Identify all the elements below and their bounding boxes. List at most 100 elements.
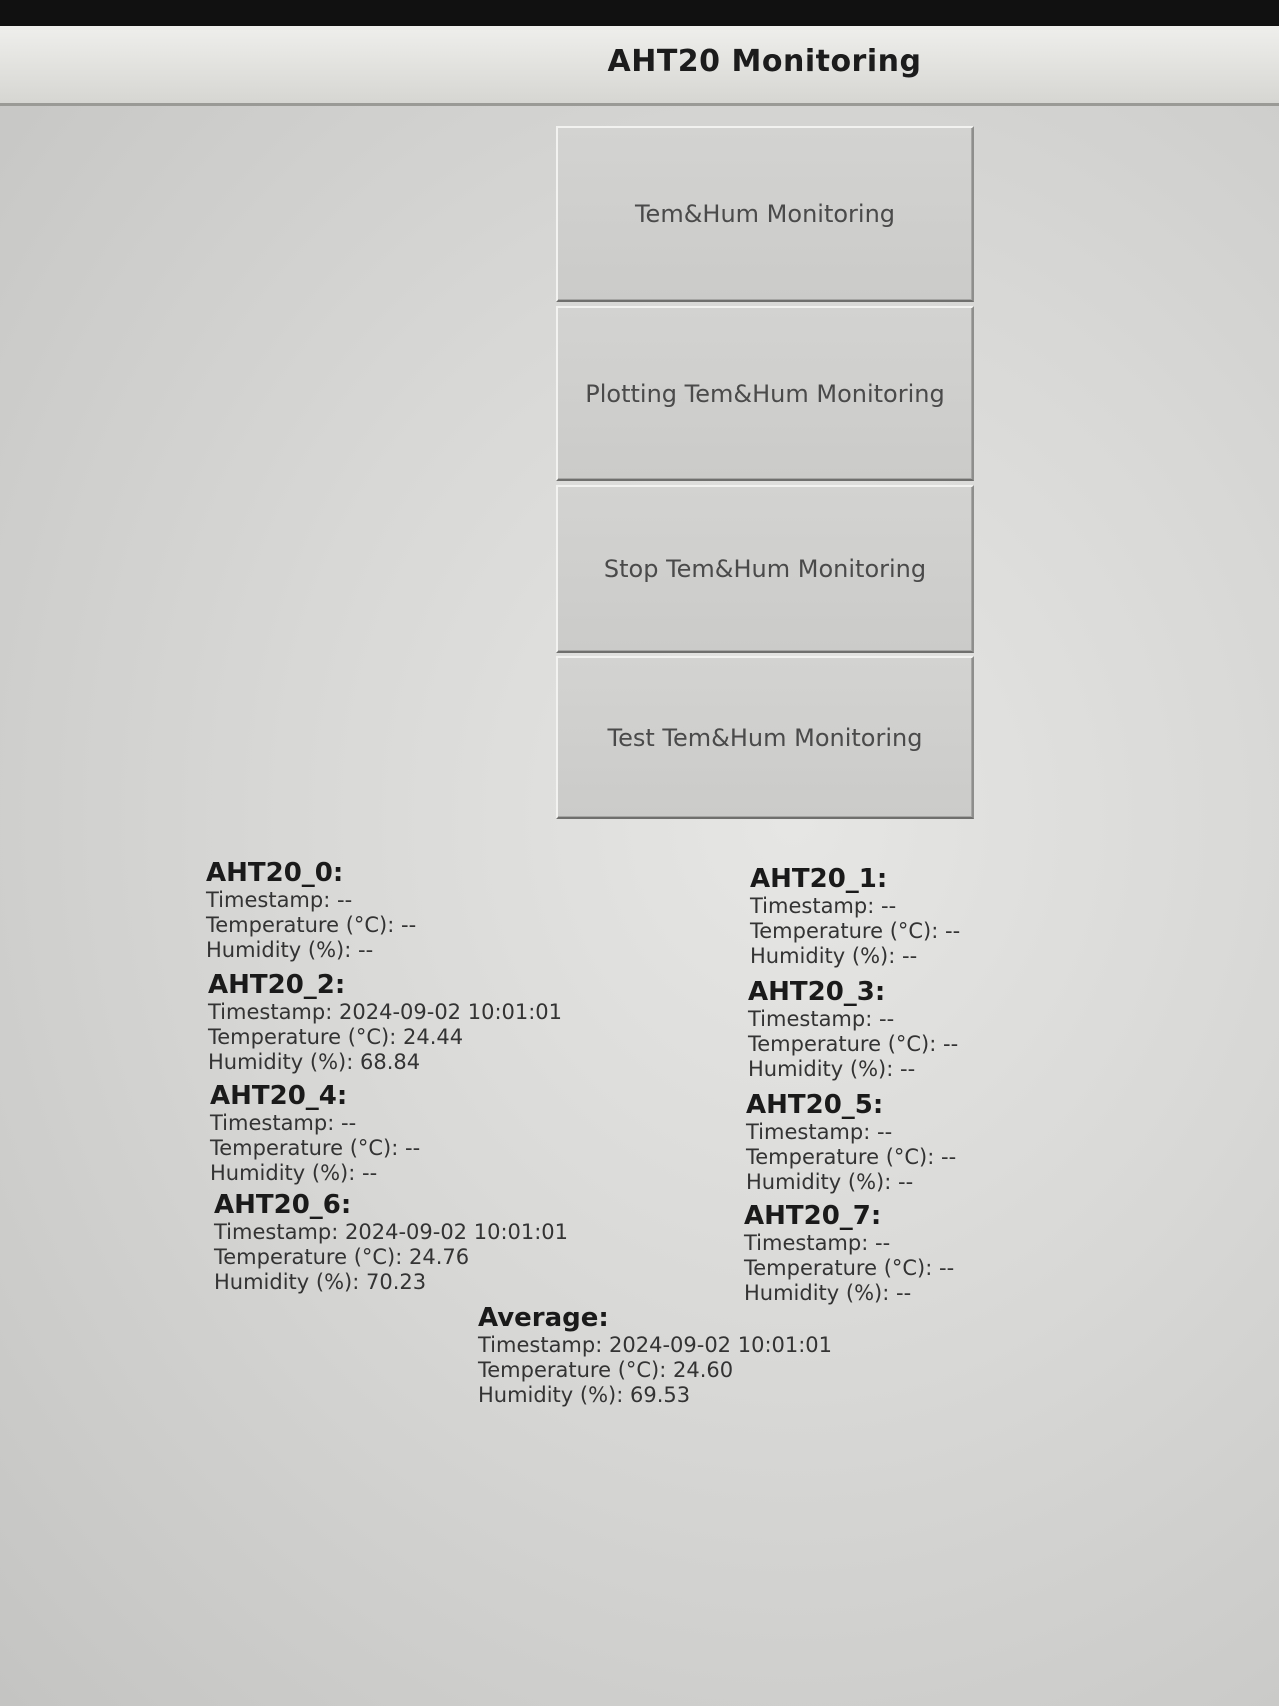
temperature-value: -- xyxy=(939,1256,955,1280)
humidity-label: Humidity (%): xyxy=(748,1057,894,1081)
timestamp-label: Timestamp: xyxy=(746,1120,871,1144)
temperature-label: Temperature (°C): xyxy=(748,1032,937,1056)
humidity-value: -- xyxy=(358,938,374,962)
temperature-value: 24.60 xyxy=(673,1358,734,1382)
sensor-name: AHT20_5: xyxy=(746,1090,884,1120)
temperature-value: -- xyxy=(941,1145,957,1169)
sensor-aht20-3: AHT20_3: Timestamp: -- Temperature (°C): -… xyxy=(748,977,958,1082)
sensor-temperature: Temperature (°C): -- xyxy=(746,1145,956,1170)
humidity-label: Humidity (%): xyxy=(206,938,352,962)
timestamp-label: Timestamp: xyxy=(478,1333,603,1357)
sensor-aht20-2: AHT20_2: Timestamp: 2024-09-02 10:01:01 T… xyxy=(208,970,562,1075)
humidity-value: -- xyxy=(902,944,918,968)
timestamp-value: 2024-09-02 10:01:01 xyxy=(339,1000,563,1024)
average-title: Average: xyxy=(478,1303,609,1333)
temperature-value: -- xyxy=(943,1032,959,1056)
humidity-value: 70.23 xyxy=(366,1270,427,1294)
sensor-temperature: Temperature (°C): 24.44 xyxy=(208,1025,562,1050)
sensor-temperature: Temperature (°C): -- xyxy=(206,913,416,938)
sensor-name: AHT20_2: xyxy=(208,970,346,1000)
sensor-aht20-7: AHT20_7: Timestamp: -- Temperature (°C): -… xyxy=(744,1201,954,1306)
average-timestamp: Timestamp: 2024-09-02 10:01:01 xyxy=(478,1333,832,1358)
sensor-aht20-5: AHT20_5: Timestamp: -- Temperature (°C): -… xyxy=(746,1090,956,1195)
temperature-value: -- xyxy=(945,919,961,943)
sensor-temperature: Temperature (°C): -- xyxy=(744,1256,954,1281)
timestamp-value: -- xyxy=(879,1007,895,1031)
sensor-timestamp: Timestamp: -- xyxy=(206,888,416,913)
sensor-temperature: Temperature (°C): -- xyxy=(210,1136,420,1161)
tem-hum-monitoring-button[interactable]: Tem&Hum Monitoring xyxy=(556,126,974,302)
stop-tem-hum-monitoring-button[interactable]: Stop Tem&Hum Monitoring xyxy=(556,485,974,653)
humidity-label: Humidity (%): xyxy=(746,1170,892,1194)
humidity-value: -- xyxy=(362,1161,378,1185)
sensor-humidity: Humidity (%): -- xyxy=(206,938,416,963)
timestamp-label: Timestamp: xyxy=(214,1220,339,1244)
temperature-label: Temperature (°C): xyxy=(478,1358,667,1382)
timestamp-label: Timestamp: xyxy=(748,1007,873,1031)
sensor-humidity: Humidity (%): -- xyxy=(210,1161,420,1186)
sensor-humidity: Humidity (%): 68.84 xyxy=(208,1050,562,1075)
test-tem-hum-monitoring-button[interactable]: Test Tem&Hum Monitoring xyxy=(556,656,974,819)
sensor-aht20-0: AHT20_0: Timestamp: -- Temperature (°C): -… xyxy=(206,858,416,963)
average-humidity: Humidity (%): 69.53 xyxy=(478,1383,832,1408)
humidity-label: Humidity (%): xyxy=(478,1383,624,1407)
timestamp-label: Timestamp: xyxy=(210,1111,335,1135)
sensor-humidity: Humidity (%): -- xyxy=(748,1057,958,1082)
humidity-label: Humidity (%): xyxy=(750,944,896,968)
timestamp-value: -- xyxy=(341,1111,357,1135)
temperature-label: Temperature (°C): xyxy=(746,1145,935,1169)
sensor-name: AHT20_3: xyxy=(748,977,886,1007)
temperature-value: 24.44 xyxy=(403,1025,464,1049)
timestamp-value: -- xyxy=(877,1120,893,1144)
temperature-label: Temperature (°C): xyxy=(750,919,939,943)
sensor-timestamp: Timestamp: -- xyxy=(210,1111,420,1136)
temperature-value: -- xyxy=(405,1136,421,1160)
sensor-humidity: Humidity (%): -- xyxy=(750,944,960,969)
sensor-name: AHT20_6: xyxy=(214,1190,352,1220)
sensor-timestamp: Timestamp: -- xyxy=(748,1007,958,1032)
title-bar: AHT20 Monitoring xyxy=(0,26,1279,106)
window-title: AHT20 Monitoring xyxy=(607,44,922,79)
humidity-label: Humidity (%): xyxy=(744,1281,890,1305)
timestamp-label: Timestamp: xyxy=(750,894,875,918)
timestamp-value: -- xyxy=(875,1231,891,1255)
sensor-timestamp: Timestamp: 2024-09-02 10:01:01 xyxy=(208,1000,562,1025)
sensor-timestamp: Timestamp: -- xyxy=(744,1231,954,1256)
humidity-value: -- xyxy=(898,1170,914,1194)
humidity-value: 69.53 xyxy=(630,1383,691,1407)
timestamp-label: Timestamp: xyxy=(206,888,331,912)
screen: AHT20 Monitoring Tem&Hum Monitoring Plot… xyxy=(0,0,1279,1706)
timestamp-value: -- xyxy=(881,894,897,918)
sensor-temperature: Temperature (°C): -- xyxy=(748,1032,958,1057)
temperature-label: Temperature (°C): xyxy=(210,1136,399,1160)
sensor-name: AHT20_0: xyxy=(206,858,344,888)
humidity-label: Humidity (%): xyxy=(214,1270,360,1294)
timestamp-label: Timestamp: xyxy=(744,1231,869,1255)
timestamp-value: -- xyxy=(337,888,353,912)
sensor-timestamp: Timestamp: -- xyxy=(746,1120,956,1145)
sensor-name: AHT20_4: xyxy=(210,1081,348,1111)
sensor-name: AHT20_7: xyxy=(744,1201,882,1231)
sensor-timestamp: Timestamp: -- xyxy=(750,894,960,919)
humidity-label: Humidity (%): xyxy=(208,1050,354,1074)
humidity-value: -- xyxy=(900,1057,916,1081)
humidity-label: Humidity (%): xyxy=(210,1161,356,1185)
temperature-label: Temperature (°C): xyxy=(744,1256,933,1280)
sensor-aht20-4: AHT20_4: Timestamp: -- Temperature (°C): -… xyxy=(210,1081,420,1186)
temperature-label: Temperature (°C): xyxy=(208,1025,397,1049)
plotting-tem-hum-monitoring-button[interactable]: Plotting Tem&Hum Monitoring xyxy=(556,306,974,481)
sensor-aht20-6: AHT20_6: Timestamp: 2024-09-02 10:01:01 T… xyxy=(214,1190,568,1295)
sensor-humidity: Humidity (%): -- xyxy=(746,1170,956,1195)
temperature-value: 24.76 xyxy=(409,1245,470,1269)
humidity-value: 68.84 xyxy=(360,1050,421,1074)
monitor-bezel xyxy=(0,0,1279,26)
sensor-timestamp: Timestamp: 2024-09-02 10:01:01 xyxy=(214,1220,568,1245)
sensor-humidity: Humidity (%): 70.23 xyxy=(214,1270,568,1295)
sensor-aht20-1: AHT20_1: Timestamp: -- Temperature (°C): -… xyxy=(750,864,960,969)
sensor-temperature: Temperature (°C): -- xyxy=(750,919,960,944)
temperature-label: Temperature (°C): xyxy=(214,1245,403,1269)
average-readings: Average: Timestamp: 2024-09-02 10:01:01 T… xyxy=(478,1303,832,1408)
sensor-temperature: Temperature (°C): 24.76 xyxy=(214,1245,568,1270)
timestamp-value: 2024-09-02 10:01:01 xyxy=(609,1333,833,1357)
sensor-name: AHT20_1: xyxy=(750,864,888,894)
